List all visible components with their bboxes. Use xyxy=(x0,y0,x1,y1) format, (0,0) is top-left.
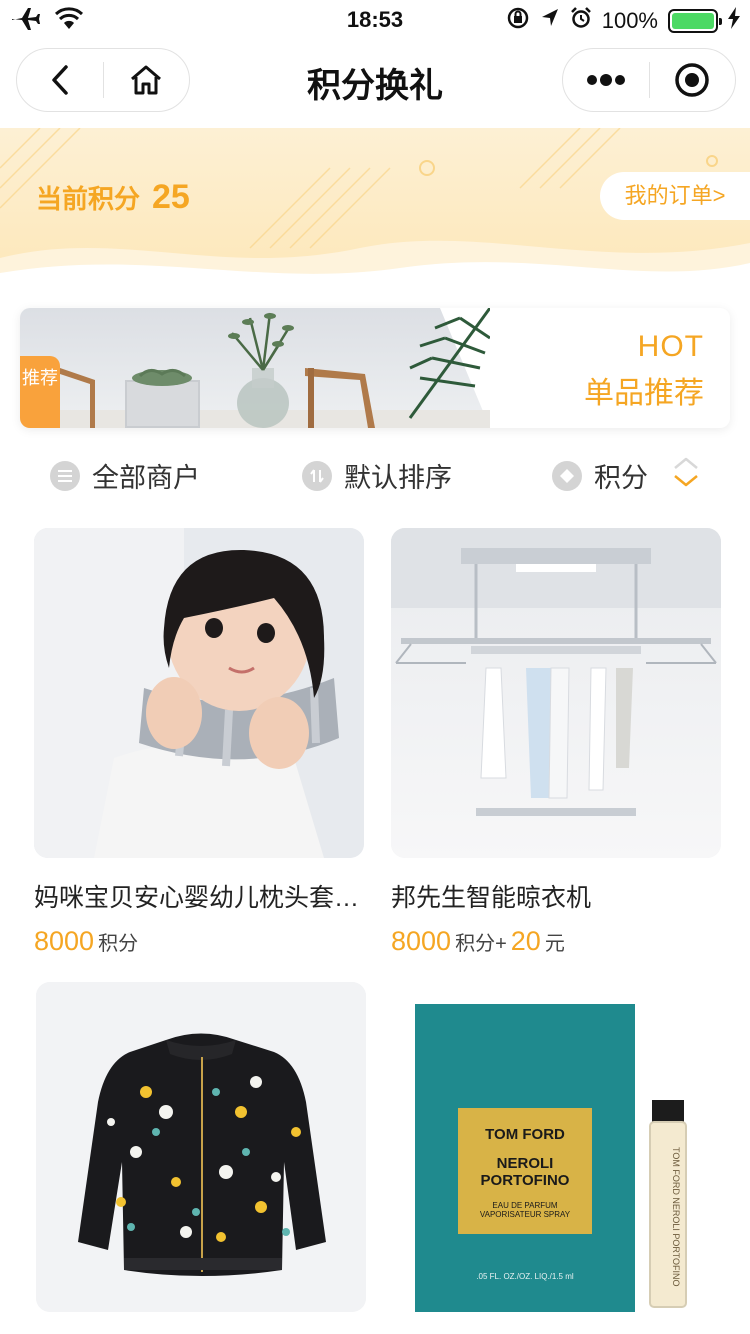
list-icon xyxy=(50,460,80,491)
location-icon xyxy=(540,7,560,35)
sort-icon xyxy=(302,460,332,491)
price-points: 8000 xyxy=(34,926,95,956)
nav-capsule-right xyxy=(562,48,736,112)
product-image: TOM FORD NEROLI PORTOFINO EAU DE PARFUM … xyxy=(392,982,722,1312)
diamond-icon xyxy=(552,460,582,491)
price-points: 8000 xyxy=(391,926,452,956)
points-banner: 当前积分 25 我的订单> xyxy=(0,128,750,290)
price-points-unit: 积分+ xyxy=(455,933,507,955)
nav-bar: 积分换礼 xyxy=(0,40,750,128)
product-price: 8000 积分 xyxy=(34,926,364,957)
filter-points-sort[interactable]: 积分 xyxy=(552,456,700,495)
price-points-unit: 积分 xyxy=(98,933,139,955)
perfume-sub-1: EAU DE PARFUM xyxy=(492,1201,558,1210)
more-button[interactable] xyxy=(563,48,649,112)
hot-recommend-card[interactable]: 推荐 HOT 单品推荐 xyxy=(20,308,730,428)
product-card[interactable]: TOM FORD NEROLI PORTOFINO EAU DE PARFUM … xyxy=(392,982,722,1312)
perfume-name-2: PORTOFINO xyxy=(480,1172,570,1189)
hot-subtitle: 单品推荐 xyxy=(584,377,704,410)
perfume-box-label: TOM FORD NEROLI PORTOFINO EAU DE PARFUM … xyxy=(458,1108,592,1234)
product-image xyxy=(36,982,366,1312)
status-bar: 18:53 100% xyxy=(0,0,750,40)
product-price: 8000 积分+ 20 元 xyxy=(391,926,721,957)
rotation-lock-icon xyxy=(506,6,530,36)
points-display: 当前积分 25 xyxy=(36,178,190,217)
filter-bar: 全部商户 默认排序 积分 xyxy=(0,440,750,510)
perfume-name-1: NEROLI xyxy=(496,1155,554,1172)
product-name: 妈咪宝贝安心婴幼儿枕头套… xyxy=(34,884,360,912)
price-cash-unit: 元 xyxy=(544,933,565,955)
alarm-icon xyxy=(570,7,592,35)
points-label: 当前积分 xyxy=(36,184,141,214)
price-cash: 20 xyxy=(510,926,541,956)
points-value: 25 xyxy=(152,178,190,216)
filter-all-merchants[interactable]: 全部商户 xyxy=(50,456,200,495)
perfume-vial-label: TOM FORD NEROLI PORTOFINO xyxy=(671,1147,681,1287)
target-icon xyxy=(675,63,709,97)
battery-icon xyxy=(668,9,722,33)
product-image xyxy=(391,528,721,858)
filter-label: 全部商户 xyxy=(92,463,200,493)
battery-percent: 100% xyxy=(601,8,658,33)
product-card[interactable]: 妈咪宝贝安心婴幼儿枕头套… 8000 积分 xyxy=(34,528,364,957)
product-name: 邦先生智能晾衣机 xyxy=(391,884,592,912)
hot-banner-image xyxy=(20,308,490,428)
perfume-brand: TOM FORD xyxy=(485,1126,565,1143)
close-miniprogram-button[interactable] xyxy=(650,48,736,112)
hot-text: HOT 单品推荐 xyxy=(584,330,704,412)
perfume-size: .05 FL. OZ./OZ. LIQ./1.5 ml xyxy=(476,1272,574,1281)
more-dots-icon xyxy=(586,74,625,86)
product-card[interactable] xyxy=(36,982,366,1312)
filter-label: 积分 xyxy=(594,463,648,493)
recommend-tag: 推荐 xyxy=(20,356,60,428)
perfume-sub-2: VAPORISATEUR SPRAY xyxy=(479,1210,571,1219)
filter-label: 默认排序 xyxy=(344,463,452,493)
filter-default-sort[interactable]: 默认排序 xyxy=(302,456,452,495)
my-orders-button[interactable]: 我的订单> xyxy=(600,172,750,220)
charging-icon xyxy=(728,7,740,35)
product-card[interactable]: 邦先生智能晾衣机 8000 积分+ 20 元 xyxy=(391,528,721,957)
hot-title: HOT xyxy=(637,330,704,363)
sort-toggle-icon[interactable] xyxy=(672,456,700,495)
product-image xyxy=(34,528,364,858)
